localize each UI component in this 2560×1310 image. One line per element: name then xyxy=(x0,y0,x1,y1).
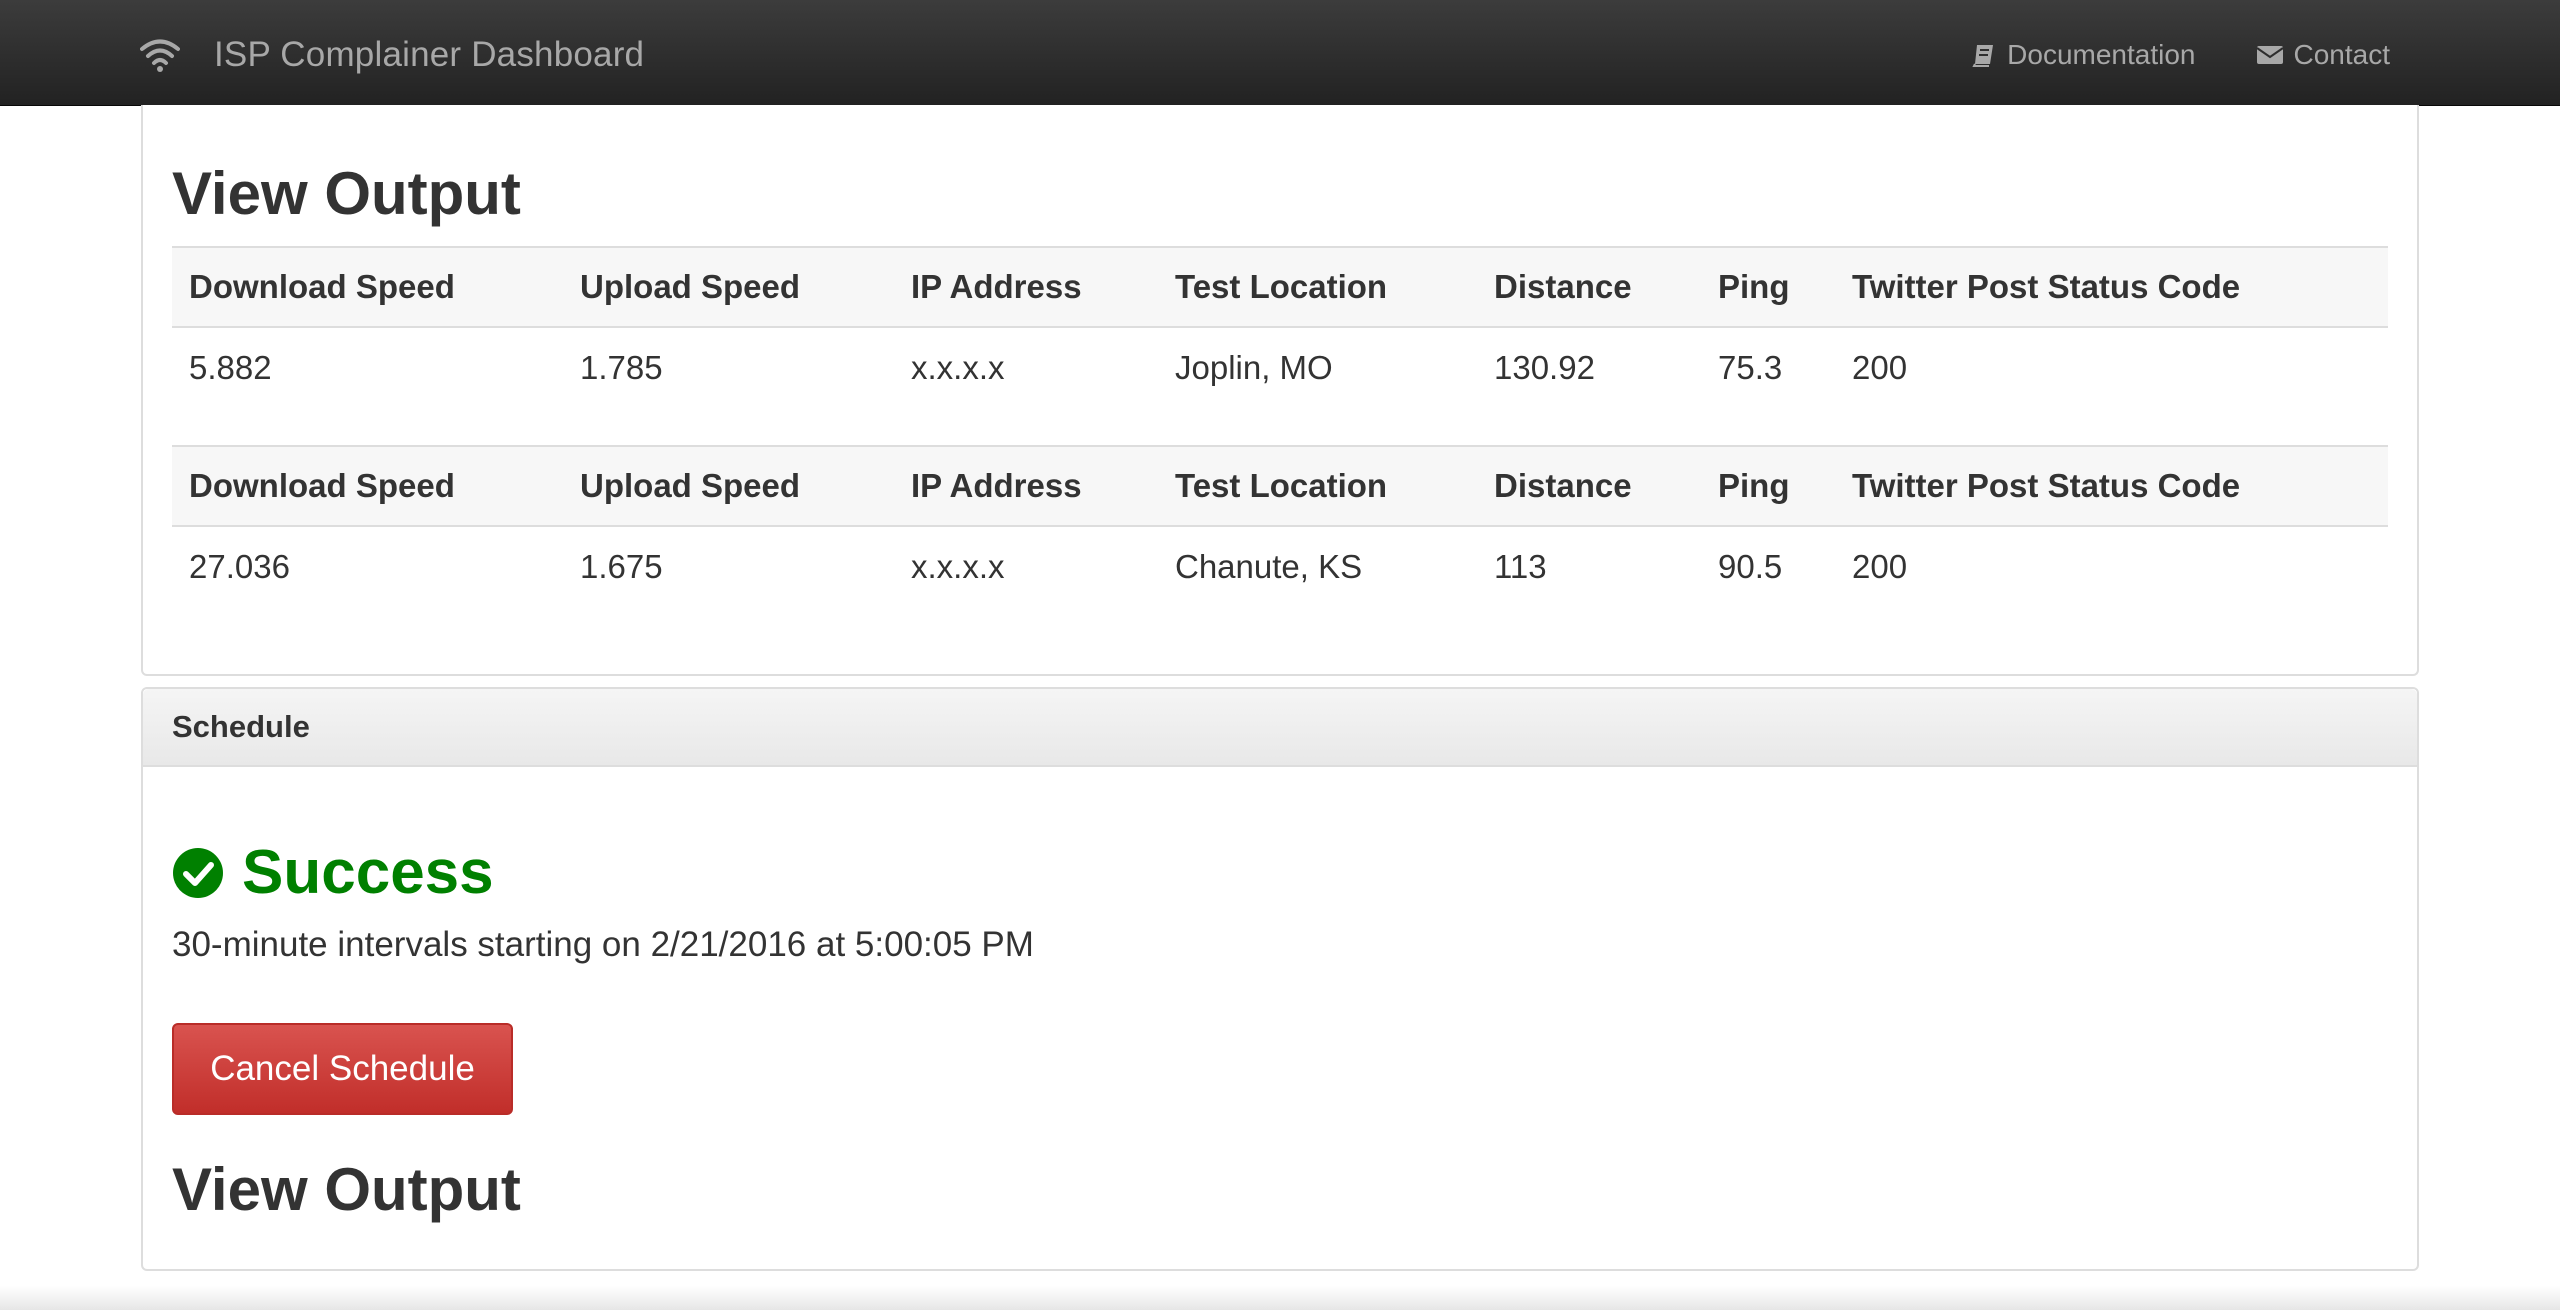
ping-cell: 75.3 xyxy=(1718,348,1783,386)
documentation-link[interactable]: Documentation xyxy=(1971,39,2196,71)
ping-cell: 90.5 xyxy=(1718,547,1783,585)
cancel-schedule-button[interactable]: Cancel Schedule xyxy=(172,1023,513,1115)
schedule-panel-heading: Schedule xyxy=(143,689,2417,767)
download-speed-cell: 5.882 xyxy=(189,348,272,386)
check-circle-icon xyxy=(173,847,223,898)
table-header-row: Download Speed Upload Speed IP Address T… xyxy=(172,246,2388,328)
upload-speed-cell: 1.785 xyxy=(580,348,663,386)
column-header: Test Location xyxy=(1158,445,1477,527)
app-title: ISP Complainer Dashboard xyxy=(214,35,645,74)
envelope-icon xyxy=(2255,46,2284,64)
navbar: ISP Complainer Dashboard Documentation C… xyxy=(0,0,2560,106)
contact-label: Contact xyxy=(2293,39,2391,70)
book-icon xyxy=(1972,45,1994,67)
success-label: Success xyxy=(242,838,494,907)
results-table-1: Download Speed Upload Speed IP Address T… xyxy=(172,246,2388,407)
schedule-title: Schedule xyxy=(172,709,310,744)
page-bottom-edge xyxy=(0,1286,2560,1310)
results-table-2: Download Speed Upload Speed IP Address T… xyxy=(172,445,2388,606)
column-header: Test Location xyxy=(1158,246,1477,328)
brand[interactable]: ISP Complainer Dashboard xyxy=(140,30,644,80)
column-header: IP Address xyxy=(894,246,1158,328)
view-output-heading: View Output xyxy=(172,160,521,227)
upload-speed-cell: 1.675 xyxy=(580,547,663,585)
view-output-heading-2: View Output xyxy=(172,1156,521,1223)
status-code-cell: 200 xyxy=(1852,547,1908,585)
ip-address-cell: x.x.x.x xyxy=(911,547,1005,585)
column-header: IP Address xyxy=(894,445,1158,527)
documentation-label: Documentation xyxy=(2007,39,2196,70)
schedule-message: 30-minute intervals starting on 2/21/201… xyxy=(172,925,1034,964)
column-header: Twitter Post Status Code xyxy=(1835,246,2388,328)
column-header: Ping xyxy=(1701,445,1835,527)
test-location-cell: Joplin, MO xyxy=(1175,348,1333,386)
column-header: Distance xyxy=(1477,445,1701,527)
column-header: Twitter Post Status Code xyxy=(1835,445,2388,527)
column-header: Ping xyxy=(1701,246,1835,328)
table-header-row: Download Speed Upload Speed IP Address T… xyxy=(172,445,2388,527)
schedule-panel: Schedule Success 30-minute intervals sta… xyxy=(141,687,2419,1271)
download-speed-cell: 27.036 xyxy=(189,547,290,585)
test-location-cell: Chanute, KS xyxy=(1175,547,1363,585)
distance-cell: 130.92 xyxy=(1494,348,1595,386)
column-header: Download Speed xyxy=(172,445,563,527)
success-status: Success xyxy=(172,837,494,908)
distance-cell: 113 xyxy=(1494,547,1547,585)
table-row: 27.036 1.675 x.x.x.x Chanute, KS 113 90.… xyxy=(172,526,2388,606)
column-header: Upload Speed xyxy=(563,246,894,328)
contact-link[interactable]: Contact xyxy=(2255,39,2391,71)
ip-address-cell: x.x.x.x xyxy=(911,348,1005,386)
output-panel: View Output Download Speed Upload Speed … xyxy=(141,105,2419,676)
column-header: Upload Speed xyxy=(563,445,894,527)
column-header: Download Speed xyxy=(172,246,563,328)
column-header: Distance xyxy=(1477,246,1701,328)
table-row: 5.882 1.785 x.x.x.x Joplin, MO 130.92 75… xyxy=(172,327,2388,407)
nav-links: Documentation Contact xyxy=(1911,30,2390,80)
status-code-cell: 200 xyxy=(1852,348,1908,386)
wifi-icon xyxy=(140,39,180,72)
